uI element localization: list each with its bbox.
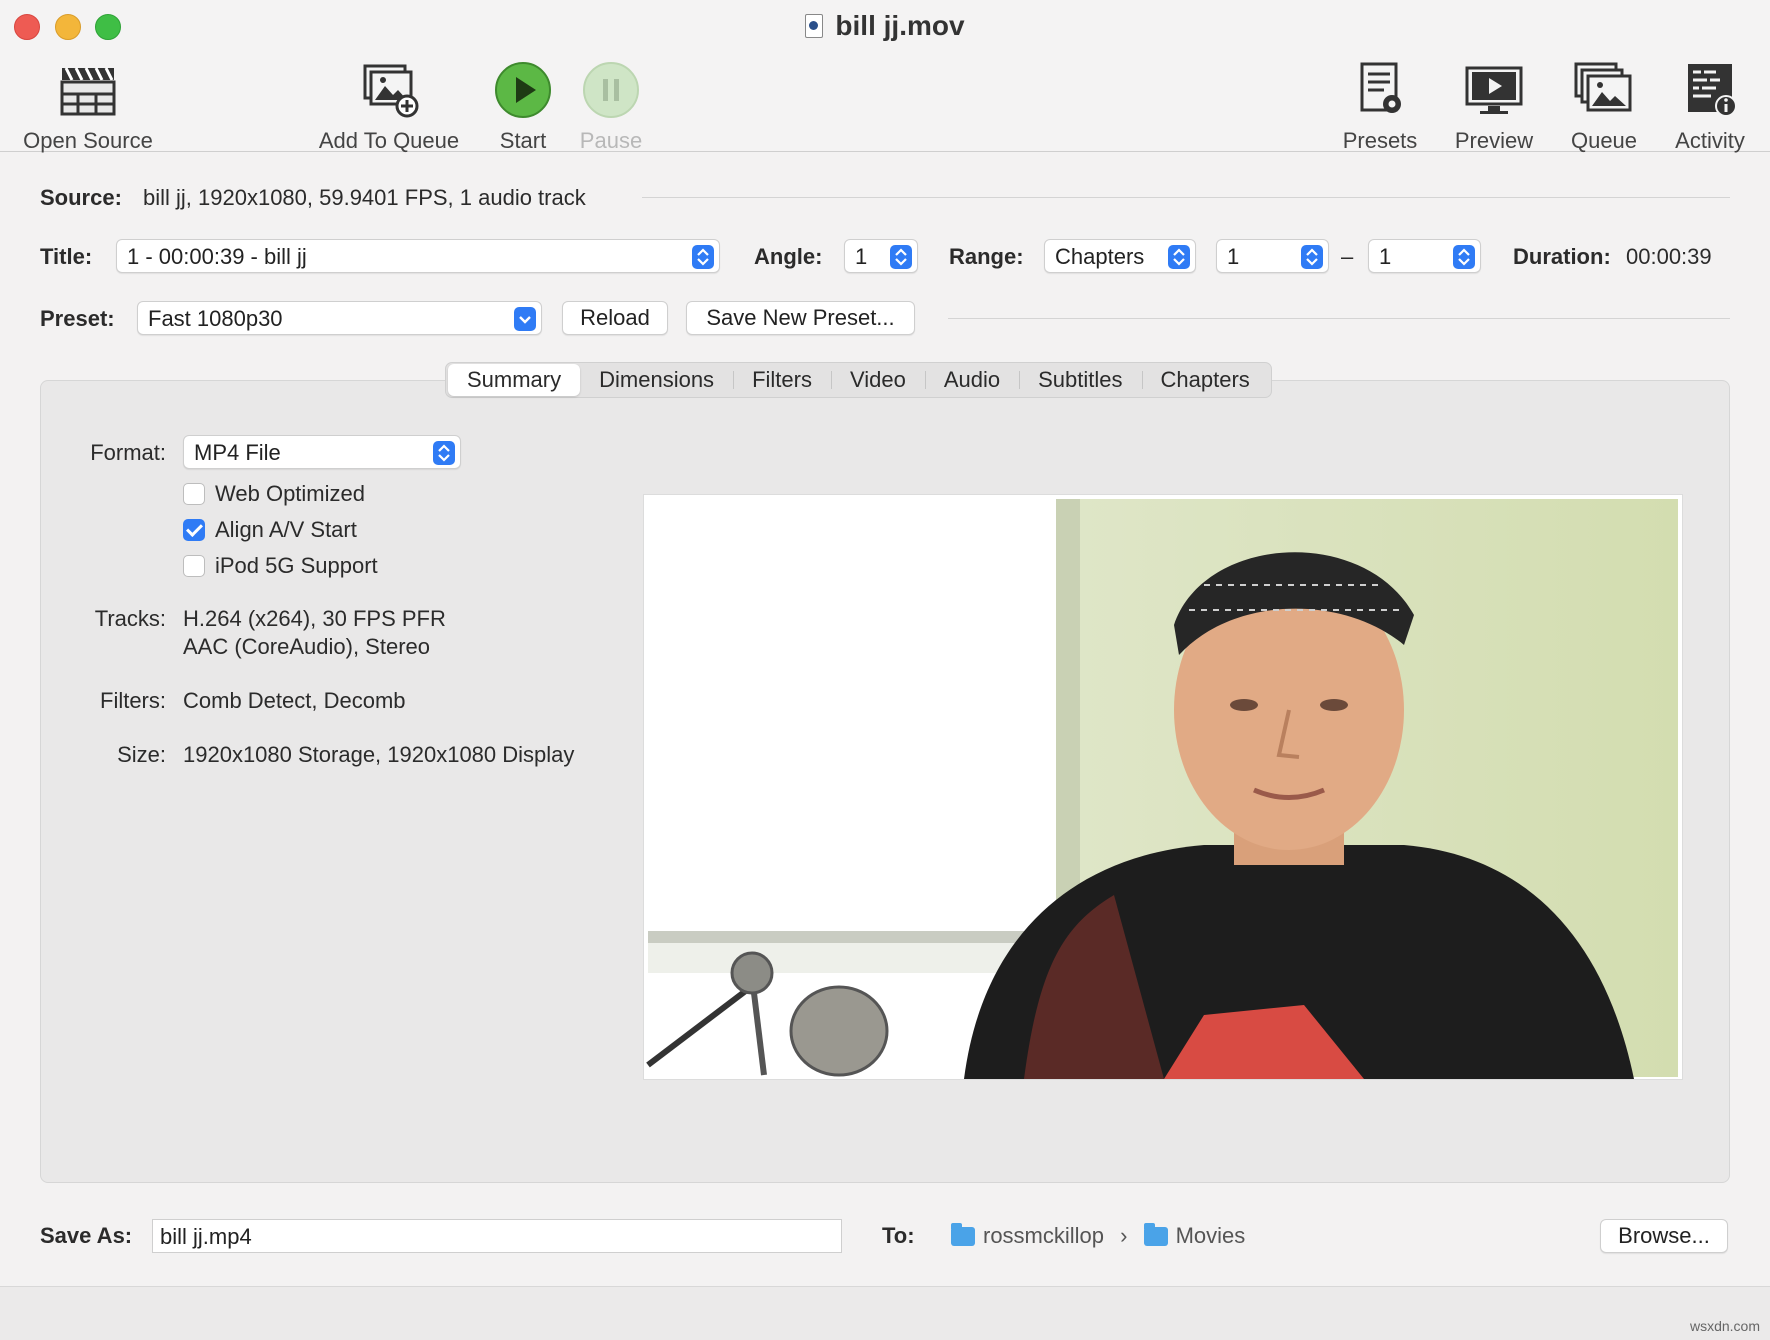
angle-popup[interactable]: 1 — [844, 239, 918, 273]
home-folder-icon — [951, 1223, 975, 1246]
tracks-audio: AAC (CoreAudio), Stereo — [183, 634, 430, 659]
align-av-start-checkbox[interactable]: Align A/V Start — [183, 517, 357, 543]
preset-popup[interactable]: Fast 1080p30 — [137, 301, 542, 335]
play-icon — [495, 62, 551, 118]
range-end-popup[interactable]: 1 — [1368, 239, 1481, 273]
open-source-button[interactable]: Open Source — [18, 58, 158, 154]
popup-stepper-icon — [890, 245, 912, 269]
preset-label: Preset: — [40, 306, 115, 331]
tab-video[interactable]: Video — [830, 364, 925, 396]
activity-label: Activity — [1675, 128, 1745, 153]
toolbar: bill jj.mov Open Source Add To Queue Sta… — [0, 0, 1770, 154]
tab-summary[interactable]: Summary — [448, 364, 581, 396]
chevron-down-icon — [514, 307, 536, 331]
duration-label: Duration: — [1513, 244, 1611, 269]
watermark-text: wsxdn.com — [1689, 1318, 1760, 1334]
path-folder: Movies — [1175, 1223, 1246, 1248]
popup-stepper-icon — [433, 441, 455, 465]
presets-label: Presets — [1342, 128, 1418, 153]
tab-subtitles[interactable]: Subtitles — [1019, 364, 1141, 396]
angle-label: Angle: — [754, 244, 823, 269]
add-to-queue-button[interactable]: Add To Queue — [314, 58, 464, 154]
tab-chapters[interactable]: Chapters — [1141, 364, 1269, 396]
tab-bar: Summary Dimensions Filters Video Audio S… — [445, 362, 1272, 398]
presets-icon — [1360, 62, 1401, 113]
add-to-queue-label: Add To Queue — [318, 128, 460, 153]
activity-button[interactable]: Activity — [1664, 58, 1756, 154]
title-popup[interactable]: 1 - 00:00:39 - bill jj — [116, 239, 720, 273]
browse-button[interactable]: Browse... — [1600, 1219, 1728, 1253]
checkbox-box[interactable] — [183, 483, 205, 505]
activity-log-icon — [1688, 64, 1737, 117]
ipod-5g-support-checkbox[interactable]: iPod 5G Support — [183, 553, 378, 579]
range-end-value: 1 — [1379, 244, 1392, 269]
preview-button[interactable]: Preview — [1448, 58, 1540, 154]
source-divider — [642, 197, 1730, 198]
range-start-value: 1 — [1227, 244, 1240, 269]
start-button[interactable]: Start — [488, 58, 558, 154]
popup-stepper-icon — [1453, 245, 1475, 269]
source-value: bill jj, 1920x1080, 59.9401 FPS, 1 audio… — [143, 185, 586, 210]
popup-stepper-icon — [1168, 245, 1190, 269]
pause-icon — [583, 62, 639, 118]
presets-button[interactable]: Presets — [1334, 58, 1426, 154]
add-to-queue-icon — [363, 64, 419, 118]
save-bar: Save As: bill jj.mp4 To: rossmckillop › … — [0, 1183, 1770, 1286]
queue-button[interactable]: Queue — [1564, 58, 1644, 154]
queue-label: Queue — [1570, 128, 1638, 153]
tracks-label: Tracks: — [94, 606, 166, 631]
preset-divider — [948, 318, 1730, 319]
checkbox-checked-icon[interactable] — [183, 519, 205, 541]
save-as-label: Save As: — [40, 1223, 133, 1248]
popup-stepper-icon — [692, 245, 714, 269]
title-popup-value: 1 - 00:00:39 - bill jj — [127, 244, 307, 269]
source-label: Source: — [40, 185, 122, 210]
angle-popup-value: 1 — [855, 244, 868, 269]
save-as-field[interactable]: bill jj.mp4 — [152, 1219, 842, 1253]
format-label: Format: — [90, 440, 166, 465]
format-popup[interactable]: MP4 File — [183, 435, 461, 469]
format-popup-value: MP4 File — [194, 440, 281, 465]
start-label: Start — [499, 128, 547, 153]
preset-popup-value: Fast 1080p30 — [148, 306, 283, 331]
range-type-popup[interactable]: Chapters — [1044, 239, 1196, 273]
to-label: To: — [882, 1223, 915, 1248]
popup-stepper-icon — [1301, 245, 1323, 269]
title-label: Title: — [40, 244, 93, 269]
window-title: bill jj.mov — [0, 10, 1770, 42]
open-source-label: Open Source — [23, 128, 153, 153]
range-start-popup[interactable]: 1 — [1216, 239, 1329, 273]
size-label: Size: — [117, 742, 166, 767]
status-bar: wsxdn.com — [0, 1286, 1770, 1340]
filters-label: Filters: — [100, 688, 166, 713]
web-optimized-checkbox[interactable]: Web Optimized — [183, 481, 365, 507]
range-type-value: Chapters — [1055, 244, 1145, 269]
preview-label: Preview — [1454, 128, 1534, 153]
handbrake-window: bill jj.mov Open Source Add To Queue Sta… — [0, 0, 1770, 1340]
preview-frame-illustration — [644, 495, 1682, 1079]
tab-dimensions[interactable]: Dimensions — [580, 364, 733, 396]
range-label: Range: — [949, 244, 1024, 269]
tab-audio[interactable]: Audio — [924, 364, 1019, 396]
path-separator: › — [1120, 1223, 1128, 1248]
pause-label: Pause — [579, 128, 643, 153]
tab-filters[interactable]: Filters — [733, 364, 831, 396]
clapperboard-icon — [60, 67, 116, 116]
size-value: 1920x1080 Storage, 1920x1080 Display — [183, 742, 575, 767]
range-dash: – — [1341, 244, 1354, 269]
path-home: rossmckillop — [983, 1223, 1105, 1248]
video-preview-image — [643, 494, 1683, 1080]
preview-monitor-icon — [1465, 66, 1523, 114]
document-icon — [805, 14, 824, 38]
duration-value: 00:00:39 — [1626, 244, 1712, 269]
destination-path[interactable]: rossmckillop › Movies — [951, 1223, 1245, 1249]
reload-button[interactable]: Reload — [562, 301, 668, 335]
save-new-preset-button[interactable]: Save New Preset... — [686, 301, 915, 335]
checkbox-box[interactable] — [183, 555, 205, 577]
movies-folder-icon — [1143, 1223, 1168, 1246]
queue-icon — [1574, 62, 1632, 112]
pause-button[interactable]: Pause — [576, 58, 646, 154]
filters-value: Comb Detect, Decomb — [183, 688, 406, 713]
tracks-video: H.264 (x264), 30 FPS PFR — [183, 606, 446, 631]
